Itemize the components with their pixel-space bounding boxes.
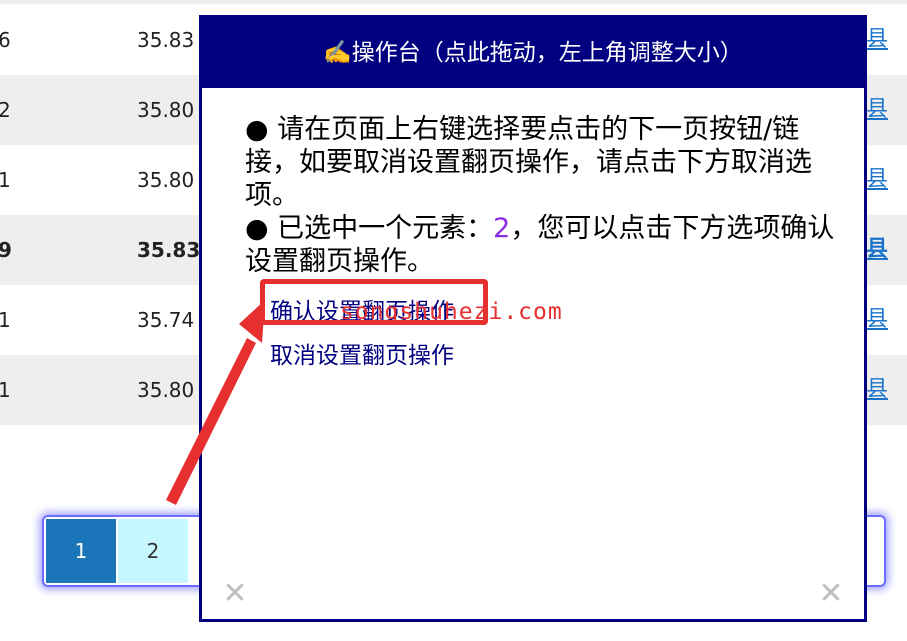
county-link[interactable]: 县 (866, 75, 888, 145)
table-cell: 35.83 (137, 238, 201, 262)
selected-prefix: ● 已选中一个元素： (245, 213, 494, 244)
table-cell: 1 (0, 168, 11, 192)
page-1-button[interactable]: 1 (46, 519, 116, 583)
county-link[interactable]: 县 (866, 215, 888, 285)
watermark-text: songshuhezi.com (340, 299, 563, 325)
close-icon[interactable]: ✕ (220, 579, 250, 609)
table-cell: 35.80 (137, 378, 195, 402)
instruction-text: ● 请在页面上右键选择要点击的下一页按钮/链接，如要取消设置翻页操作，请点击下方… (245, 114, 812, 211)
selected-status: ● 已选中一个元素：2，您可以点击下方选项确认设置翻页操作。 (245, 212, 845, 278)
table-cell: 1 (0, 308, 11, 332)
county-link[interactable]: 县 (866, 355, 888, 425)
console-drag-header[interactable]: ✍️操作台（点此拖动，左上角调整大小） (202, 18, 864, 88)
close-icon[interactable]: ✕ (816, 579, 846, 609)
table-cell: 35.74 (137, 308, 195, 332)
county-link[interactable]: 县 (866, 5, 888, 75)
table-cell: 35.83 (137, 28, 195, 52)
console-body: ● 请在页面上右键选择要点击的下一页按钮/链接，如要取消设置翻页操作，请点击下方… (245, 113, 845, 278)
table-top-strip (0, 0, 907, 4)
page-2-button[interactable]: 2 (118, 519, 188, 583)
selected-value: 2 (493, 213, 511, 244)
table-cell: 1 (0, 378, 11, 402)
table-cell: 35.80 (137, 168, 195, 192)
cancel-pagination-link[interactable]: 取消设置翻页操作 (270, 334, 454, 378)
table-cell: 2 (0, 98, 11, 122)
county-link[interactable]: 县 (866, 285, 888, 355)
county-link[interactable]: 县 (866, 145, 888, 215)
table-cell: 35.80 (137, 98, 195, 122)
table-cell: 6 (0, 28, 11, 52)
table-cell: 9 (0, 238, 12, 262)
